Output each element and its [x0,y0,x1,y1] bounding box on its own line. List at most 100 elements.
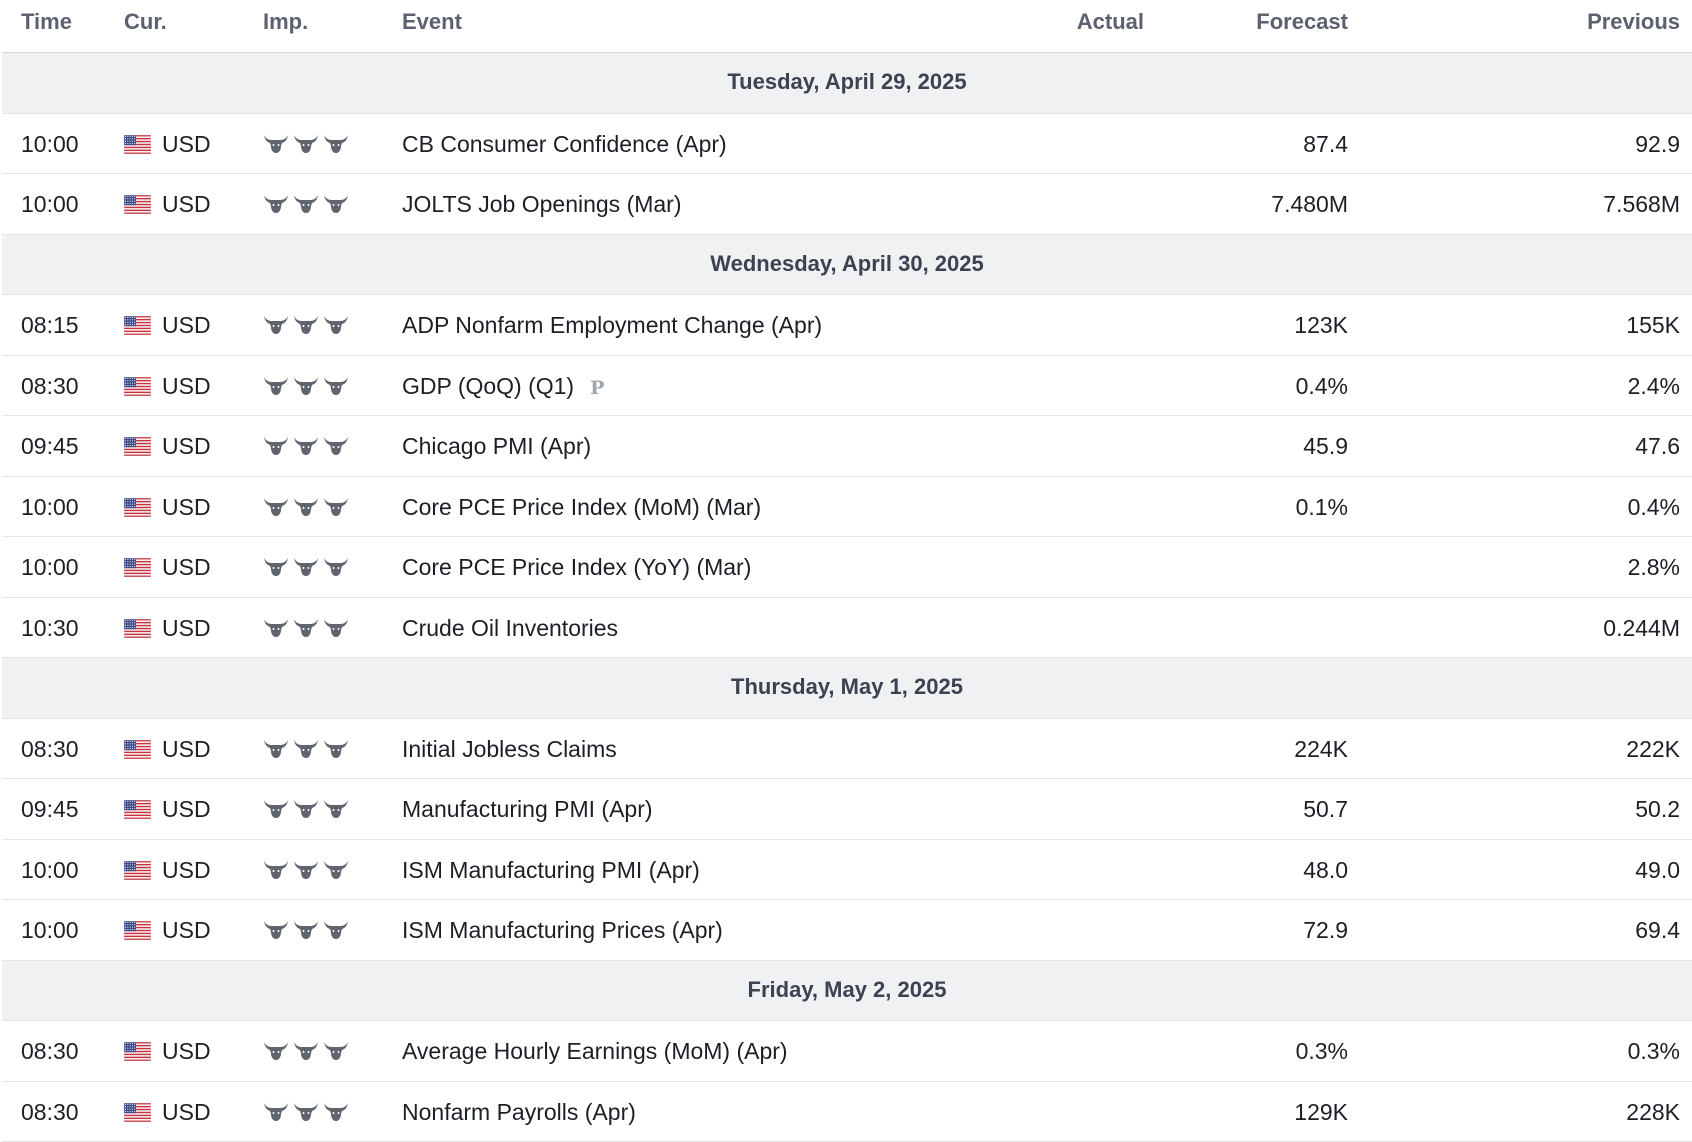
event-name-link[interactable]: Core PCE Price Index (YoY) (Mar) [402,554,751,580]
event-currency: USD [124,1099,211,1126]
event-forecast: 129K [1294,1099,1348,1126]
day-label: Friday, May 2, 2025 [2,977,1692,1003]
event-previous: 7.568M [1603,191,1680,218]
column-header-forecast[interactable]: Forecast [1256,9,1348,35]
bull-icon [293,434,319,456]
event-currency: USD [124,373,211,400]
event-name-link[interactable]: Nonfarm Payrolls (Apr) [402,1099,636,1125]
table-row[interactable]: 10:00 USD ISM Manufacturing Prices (Apr) 72… [2,900,1692,961]
table-row[interactable]: 08:30USDInitial Jobless Claims224K222K [2,719,1692,780]
importance-indicator [263,857,349,885]
currency-code: USD [162,917,211,944]
table-row[interactable]: 08:30USDGDP (QoQ) (Q1)P0.4%2.4% [2,356,1692,417]
bull-icon [263,737,289,759]
table-row[interactable]: 09:45USDManufacturing PMI (Apr)50.750.2 [2,779,1692,840]
us-flag-icon [124,558,151,577]
event-time: 10:00 [21,917,79,944]
event-name-cell: JOLTS Job Openings (Mar) [402,191,682,218]
us-flag-icon [124,740,151,759]
table-row[interactable]: 08:30 USD Average Hourly Earnings (MoM) (A… [2,1021,1692,1082]
importance-indicator [263,373,349,401]
event-name-link[interactable]: Core PCE Price Index (MoM) (Mar) [402,494,761,520]
importance-indicator [263,796,349,824]
importance-indicator [263,736,349,764]
bull-icon [263,192,289,214]
table-row[interactable]: 10:00USDCB Consumer Confidence (Apr)87.4… [2,114,1692,175]
currency-code: USD [162,615,211,642]
bull-icon [293,555,319,577]
bull-icon [323,434,349,456]
us-flag-icon [124,498,151,517]
event-time: 10:00 [21,494,79,521]
bull-icon [293,797,319,819]
event-forecast: 72.9 [1303,917,1348,944]
event-forecast: 45.9 [1303,433,1348,460]
event-name-cell: Crude Oil Inventories [402,615,618,642]
event-currency: USD [124,433,211,460]
importance-indicator [263,615,349,643]
day-separator: Tuesday, April 29, 2025 [2,53,1692,114]
event-currency: USD [124,736,211,763]
event-time: 08:30 [21,1099,79,1126]
event-name-cell: Core PCE Price Index (YoY) (Mar) [402,554,751,581]
event-time: 08:30 [21,1038,79,1065]
table-row[interactable]: 10:00USDISM Manufacturing PMI (Apr)48.04… [2,840,1692,901]
event-name-link[interactable]: Manufacturing PMI (Apr) [402,796,653,822]
currency-code: USD [162,131,211,158]
event-name-link[interactable]: Chicago PMI (Apr) [402,433,591,459]
table-row[interactable]: 09:45USDChicago PMI (Apr)45.947.6 [2,416,1692,477]
bull-icon [263,132,289,154]
event-name-link[interactable]: Average Hourly Earnings (MoM) (Apr) [402,1038,788,1064]
event-forecast: 0.3% [1296,1038,1348,1065]
bull-icon [293,132,319,154]
column-header-event[interactable]: Event [402,9,462,35]
us-flag-icon [124,1103,151,1122]
bull-icon [293,374,319,396]
bull-icon [263,555,289,577]
day-separator: Friday, May 2, 2025 [2,961,1692,1022]
bull-icon [293,1039,319,1061]
event-previous: 2.4% [1628,373,1680,400]
column-header-actual[interactable]: Actual [1077,9,1144,35]
event-currency: USD [124,917,211,944]
column-header-importance[interactable]: Imp. [263,9,308,35]
table-row[interactable]: 10:00USDJOLTS Job Openings (Mar)7.480M7.… [2,174,1692,235]
table-row[interactable]: 08:30 USD Nonfarm Payrolls (Apr) 129K 228K [2,1082,1692,1142]
event-forecast: 50.7 [1303,796,1348,823]
event-previous: 228K [1626,1099,1680,1126]
event-forecast: 7.480M [1271,191,1348,218]
event-name-link[interactable]: Crude Oil Inventories [402,615,618,641]
event-currency: USD [124,615,211,642]
event-name-link[interactable]: CB Consumer Confidence (Apr) [402,131,727,157]
event-name-link[interactable]: ISM Manufacturing PMI (Apr) [402,857,700,883]
event-previous: 47.6 [1635,433,1680,460]
event-name-cell: ISM Manufacturing Prices (Apr) [402,917,723,944]
table-row[interactable]: 10:00USDCore PCE Price Index (MoM) (Mar)… [2,477,1692,538]
table-row[interactable]: 10:00USDCore PCE Price Index (YoY) (Mar)… [2,537,1692,598]
event-previous: 0.244M [1603,615,1680,642]
table-row[interactable]: 10:30USDCrude Oil Inventories0.244M [2,598,1692,659]
table-row[interactable]: 08:15USDADP Nonfarm Employment Change (A… [2,295,1692,356]
currency-code: USD [162,433,211,460]
event-time: 08:30 [21,736,79,763]
event-name-link[interactable]: GDP (QoQ) (Q1) [402,373,574,399]
bull-icon [323,132,349,154]
us-flag-icon [124,316,151,335]
column-header-currency[interactable]: Cur. [124,9,167,35]
column-header-time[interactable]: Time [21,9,72,35]
event-name-cell: ISM Manufacturing PMI (Apr) [402,857,700,884]
event-forecast: 123K [1294,312,1348,339]
importance-indicator [263,917,349,945]
event-name-cell: CB Consumer Confidence (Apr) [402,131,727,158]
event-name-link[interactable]: JOLTS Job Openings (Mar) [402,191,682,217]
currency-code: USD [162,1038,211,1065]
importance-indicator [263,191,349,219]
event-name-link[interactable]: Initial Jobless Claims [402,736,617,762]
column-header-previous[interactable]: Previous [1587,9,1680,35]
bull-icon [323,555,349,577]
event-name-link[interactable]: ADP Nonfarm Employment Change (Apr) [402,312,822,338]
bull-icon [263,858,289,880]
bull-icon [323,1039,349,1061]
bull-icon [323,374,349,396]
event-name-link[interactable]: ISM Manufacturing Prices (Apr) [402,917,723,943]
